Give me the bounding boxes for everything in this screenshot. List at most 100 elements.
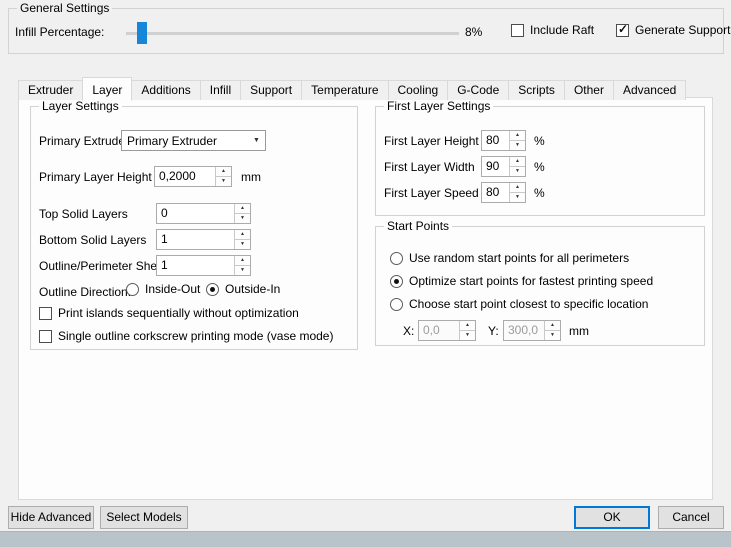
tab-infill[interactable]: Infill (200, 80, 241, 100)
spinner-up-icon[interactable]: ▲ (510, 131, 525, 141)
first-layer-settings-group: First Layer Settings First Layer Height … (375, 106, 705, 216)
start-points-optimize-radio[interactable]: Optimize start points for fastest printi… (390, 274, 653, 288)
tab-gcode[interactable]: G-Code (447, 80, 509, 100)
primary-layer-height-spinner[interactable]: 0,2000 ▲▼ (154, 166, 232, 187)
spinner-up-icon[interactable]: ▲ (235, 256, 250, 266)
infill-slider-handle[interactable] (137, 22, 147, 44)
start-y-label: Y: (488, 324, 499, 338)
tab-support[interactable]: Support (240, 80, 302, 100)
start-xy-unit: mm (569, 324, 589, 338)
top-solid-layers-spinner[interactable]: 0 ▲▼ (156, 203, 251, 224)
spinner-down-icon[interactable]: ▼ (235, 266, 250, 275)
spinner-up-icon[interactable]: ▲ (460, 321, 475, 331)
spinner-up-icon[interactable]: ▲ (235, 230, 250, 240)
infill-slider-track[interactable] (126, 32, 459, 35)
infill-percentage-value: 8% (465, 25, 482, 39)
generate-support-checkbox[interactable]: Generate Support (616, 23, 730, 37)
spinner-up-icon[interactable]: ▲ (510, 183, 525, 193)
tab-layer[interactable]: Layer (82, 77, 132, 101)
tab-cooling[interactable]: Cooling (388, 80, 449, 100)
include-raft-checkbox[interactable]: Include Raft (511, 23, 594, 37)
spinner-arrows[interactable]: ▲▼ (509, 183, 525, 202)
first-layer-height-unit: % (534, 134, 545, 148)
dropdown-arrow-icon[interactable]: ▼ (248, 137, 265, 144)
first-layer-settings-title: First Layer Settings (384, 99, 493, 113)
start-points-title: Start Points (384, 219, 452, 233)
spinner-down-icon[interactable]: ▼ (545, 331, 560, 340)
spinner-up-icon[interactable]: ▲ (216, 167, 231, 177)
bottom-solid-layers-label: Bottom Solid Layers (39, 233, 146, 247)
ok-button[interactable]: OK (574, 506, 650, 529)
spinner-arrows[interactable]: ▲▼ (459, 321, 475, 340)
spinner-down-icon[interactable]: ▼ (460, 331, 475, 340)
generate-support-box-icon[interactable] (616, 24, 629, 37)
layer-settings-group: Layer Settings Primary Extruder Primary … (30, 106, 358, 350)
outline-direction-inside-out-radio[interactable]: Inside-Out (126, 282, 200, 296)
outline-shells-value: 1 (157, 256, 234, 275)
spinner-down-icon[interactable]: ▼ (216, 177, 231, 186)
primary-layer-height-value: 0,2000 (155, 167, 215, 186)
spinner-arrows[interactable]: ▲▼ (509, 157, 525, 176)
radio-selected-icon[interactable] (390, 275, 403, 288)
tab-additions[interactable]: Additions (131, 80, 200, 100)
first-layer-height-label: First Layer Height (384, 134, 479, 148)
vase-mode-checkbox[interactable]: Single outline corkscrew printing mode (… (39, 329, 333, 343)
spinner-down-icon[interactable]: ▼ (510, 193, 525, 202)
vase-mode-label: Single outline corkscrew printing mode (… (58, 329, 333, 343)
include-raft-box-icon[interactable] (511, 24, 524, 37)
outline-direction-outside-in-radio[interactable]: Outside-In (206, 282, 280, 296)
spinner-down-icon[interactable]: ▼ (510, 141, 525, 150)
hide-advanced-button[interactable]: Hide Advanced (8, 506, 94, 529)
first-layer-height-spinner[interactable]: 80 ▲▼ (481, 130, 526, 151)
tab-temperature[interactable]: Temperature (301, 80, 388, 100)
spinner-up-icon[interactable]: ▲ (545, 321, 560, 331)
spinner-arrows[interactable]: ▲▼ (234, 256, 250, 275)
spinner-down-icon[interactable]: ▼ (510, 167, 525, 176)
first-layer-width-spinner[interactable]: 90 ▲▼ (481, 156, 526, 177)
start-points-location-radio[interactable]: Choose start point closest to specific l… (390, 297, 648, 311)
primary-extruder-dropdown[interactable]: Primary Extruder ▼ (121, 130, 266, 151)
first-layer-speed-unit: % (534, 186, 545, 200)
tab-scripts[interactable]: Scripts (508, 80, 565, 100)
spinner-up-icon[interactable]: ▲ (510, 157, 525, 167)
top-solid-layers-label: Top Solid Layers (39, 207, 128, 221)
print-islands-label: Print islands sequentially without optim… (58, 306, 299, 320)
bottom-solid-layers-spinner[interactable]: 1 ▲▼ (156, 229, 251, 250)
cancel-button[interactable]: Cancel (658, 506, 724, 529)
spinner-arrows[interactable]: ▲▼ (509, 131, 525, 150)
print-islands-checkbox[interactable]: Print islands sequentially without optim… (39, 306, 299, 320)
radio-icon[interactable] (126, 283, 139, 296)
outside-in-label: Outside-In (225, 282, 280, 296)
start-y-spinner[interactable]: 300,0 ▲▼ (503, 320, 561, 341)
bottom-solid-layers-value: 1 (157, 230, 234, 249)
settings-dialog: General Settings Infill Percentage: 8% I… (0, 0, 731, 531)
radio-icon[interactable] (390, 298, 403, 311)
primary-extruder-label: Primary Extruder (39, 134, 129, 148)
spinner-down-icon[interactable]: ▼ (235, 214, 250, 223)
spinner-arrows[interactable]: ▲▼ (544, 321, 560, 340)
outline-direction-label: Outline Direction: (39, 285, 131, 299)
tab-advanced[interactable]: Advanced (613, 80, 686, 100)
spinner-arrows[interactable]: ▲▼ (215, 167, 231, 186)
spinner-arrows[interactable]: ▲▼ (234, 230, 250, 249)
first-layer-height-value: 80 (482, 131, 509, 150)
start-x-spinner[interactable]: 0,0 ▲▼ (418, 320, 476, 341)
outline-shells-spinner[interactable]: 1 ▲▼ (156, 255, 251, 276)
start-points-location-label: Choose start point closest to specific l… (409, 297, 648, 311)
spinner-down-icon[interactable]: ▼ (235, 240, 250, 249)
print-islands-box-icon[interactable] (39, 307, 52, 320)
select-models-button[interactable]: Select Models (100, 506, 188, 529)
tab-extruder[interactable]: Extruder (18, 80, 83, 100)
start-points-random-radio[interactable]: Use random start points for all perimete… (390, 251, 629, 265)
spinner-arrows[interactable]: ▲▼ (234, 204, 250, 223)
screen: General Settings Infill Percentage: 8% I… (0, 0, 731, 547)
tab-other[interactable]: Other (564, 80, 614, 100)
vase-mode-box-icon[interactable] (39, 330, 52, 343)
infill-percentage-label: Infill Percentage: (15, 25, 104, 39)
spinner-up-icon[interactable]: ▲ (235, 204, 250, 214)
radio-icon[interactable] (390, 252, 403, 265)
first-layer-speed-spinner[interactable]: 80 ▲▼ (481, 182, 526, 203)
radio-selected-icon[interactable] (206, 283, 219, 296)
background-window-strip (0, 531, 731, 547)
start-x-value: 0,0 (419, 321, 459, 340)
